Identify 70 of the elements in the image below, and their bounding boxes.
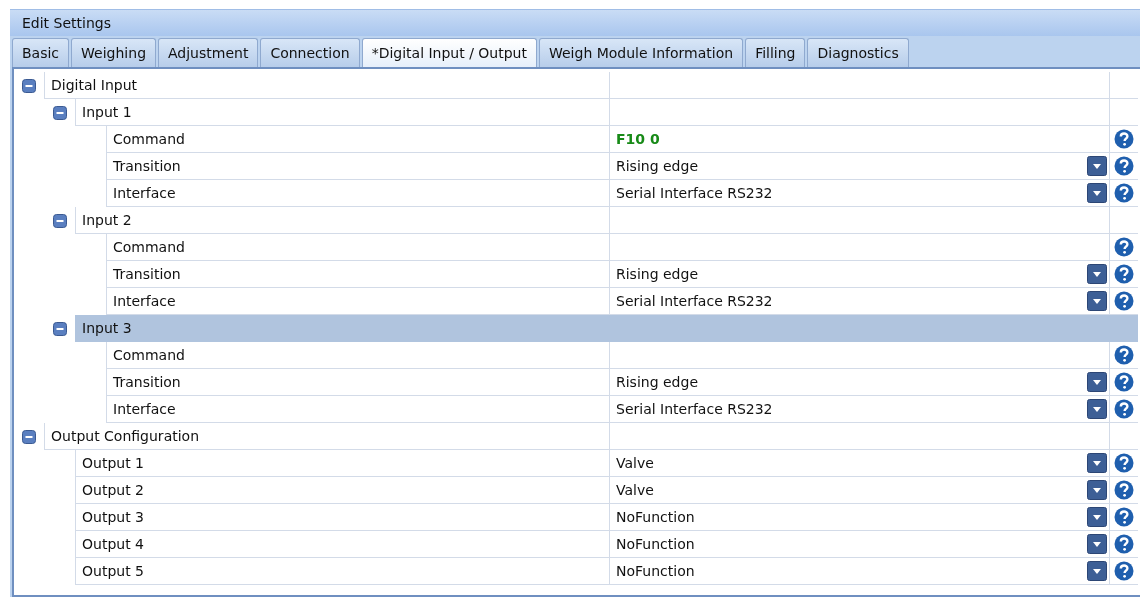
help-icon[interactable]	[1114, 156, 1134, 176]
property-value[interactable]: Valve	[609, 477, 1109, 504]
property-value[interactable]: NoFunction	[609, 504, 1109, 531]
dropdown-button[interactable]	[1087, 264, 1107, 284]
help-icon[interactable]	[1114, 480, 1134, 500]
property-value[interactable]: Rising edge	[609, 153, 1109, 180]
dropdown-button[interactable]	[1087, 291, 1107, 311]
property-name: Command	[106, 342, 609, 369]
property-name: Command	[106, 234, 609, 261]
help-icon[interactable]	[1114, 237, 1134, 257]
tab[interactable]: Filling	[745, 38, 806, 67]
dropdown-button[interactable]	[1087, 183, 1107, 203]
property-name: Output 3	[75, 504, 609, 531]
property-name: Output 4	[75, 531, 609, 558]
help-icon[interactable]	[1114, 129, 1134, 149]
property-name: Command	[106, 126, 609, 153]
help-icon[interactable]	[1114, 291, 1134, 311]
help-icon[interactable]	[1114, 507, 1134, 527]
tab[interactable]: Connection	[260, 38, 360, 67]
property-value[interactable]: Valve	[609, 450, 1109, 477]
collapse-icon[interactable]	[53, 213, 67, 228]
help-cell	[1109, 315, 1138, 342]
property-value[interactable]: Rising edge	[609, 261, 1109, 288]
dropdown-button[interactable]	[1087, 507, 1107, 527]
help-icon[interactable]	[1114, 399, 1134, 419]
property-name: Transition	[106, 153, 609, 180]
help-icon[interactable]	[1114, 453, 1134, 473]
property-value[interactable]: Serial Interface RS232	[609, 396, 1109, 423]
dropdown-button[interactable]	[1087, 372, 1107, 392]
dropdown-button[interactable]	[1087, 156, 1107, 176]
help-icon[interactable]	[1114, 372, 1134, 392]
property-value[interactable]: NoFunction	[609, 558, 1109, 585]
window-title: Edit Settings	[22, 15, 111, 31]
help-icon[interactable]	[1114, 345, 1134, 365]
property-name: Interface	[106, 396, 609, 423]
property-name: Output 5	[75, 558, 609, 585]
dropdown-button[interactable]	[1087, 399, 1107, 419]
property-name: Transition	[106, 261, 609, 288]
tab[interactable]: Diagnostics	[807, 38, 909, 67]
property-name: Output 2	[75, 477, 609, 504]
help-icon[interactable]	[1114, 534, 1134, 554]
property-value[interactable]: Rising edge	[609, 369, 1109, 396]
property-value[interactable]: F10 0	[609, 126, 1109, 153]
tab[interactable]: Basic	[12, 38, 70, 67]
group-label[interactable]: Digital Input	[44, 72, 609, 99]
dropdown-button[interactable]	[1087, 453, 1107, 473]
dropdown-button[interactable]	[1087, 534, 1107, 554]
help-icon[interactable]	[1114, 264, 1134, 284]
collapse-icon[interactable]	[53, 321, 67, 336]
collapse-icon[interactable]	[53, 105, 67, 120]
property-name: Interface	[106, 180, 609, 207]
tab[interactable]: Weighing	[71, 38, 156, 67]
property-value[interactable]: NoFunction	[609, 531, 1109, 558]
help-cell	[1109, 72, 1138, 99]
collapse-icon[interactable]	[22, 429, 36, 444]
tab[interactable]: *Digital Input / Output	[361, 38, 537, 67]
help-icon[interactable]	[1114, 561, 1134, 581]
help-icon[interactable]	[1114, 183, 1134, 203]
property-value[interactable]: Serial Interface RS232	[609, 180, 1109, 207]
tab[interactable]: Weigh Module Information	[539, 38, 744, 67]
group-label[interactable]: Input 1	[75, 99, 609, 126]
group-label[interactable]: Input 3	[75, 315, 609, 342]
group-label[interactable]: Output Configuration	[44, 423, 609, 450]
tab[interactable]: Adjustment	[158, 38, 259, 67]
group-label[interactable]: Input 2	[75, 207, 609, 234]
property-name: Output 1	[75, 450, 609, 477]
dropdown-button[interactable]	[1087, 480, 1107, 500]
property-name: Transition	[106, 369, 609, 396]
dropdown-button[interactable]	[1087, 561, 1107, 581]
collapse-icon[interactable]	[22, 78, 36, 93]
